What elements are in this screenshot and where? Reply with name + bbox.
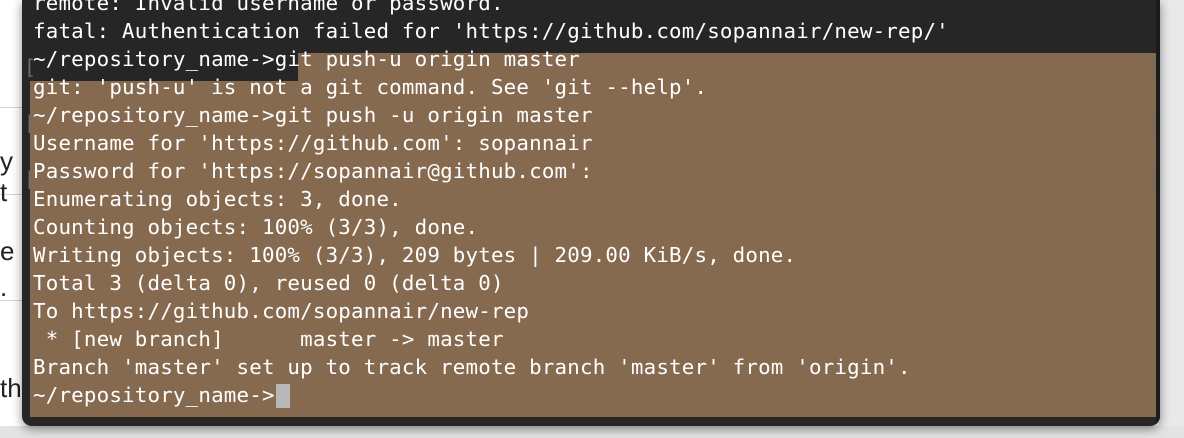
terminal-line: Username for 'https://github.com': sopan…	[33, 131, 593, 155]
background-text-fragment: th	[0, 373, 22, 403]
terminal-prompt-line[interactable]: ~/repository_name->	[33, 381, 949, 409]
terminal-line: fatal: Authentication failed for 'https:…	[33, 19, 949, 43]
terminal-line: Total 3 (delta 0), reused 0 (delta 0)	[33, 271, 504, 295]
background-text-fragment: .	[0, 272, 8, 302]
background-right-margin	[1158, 0, 1184, 438]
terminal-scroll-edge[interactable]	[1156, 0, 1160, 426]
terminal-lines: remote: Invalid username or password. fa…	[33, 0, 949, 409]
terminal-line: ~/repository_name->git push -u origin ma…	[33, 103, 593, 127]
terminal-line: Password for 'https://sopannair@github.c…	[33, 159, 593, 183]
background-text-fragment: y t	[0, 146, 13, 207]
terminal-line: To https://github.com/sopannair/new-rep	[33, 299, 530, 323]
shell-prompt: ~/repository_name->	[33, 383, 275, 407]
terminal-window[interactable]: [ [ [ ] ] ] remote: Invalid username or …	[22, 0, 1160, 426]
terminal-line: remote: Invalid username or password.	[33, 0, 504, 15]
text-cursor	[275, 384, 290, 408]
terminal-line: Branch 'master' set up to track remote b…	[33, 355, 911, 379]
terminal-line: * [new branch] master -> master	[33, 327, 504, 351]
terminal-line: Counting objects: 100% (3/3), done.	[33, 215, 479, 239]
terminal-line: Enumerating objects: 3, done.	[33, 187, 402, 211]
terminal-output[interactable]: [ [ [ ] ] ] remote: Invalid username or …	[22, 0, 1160, 426]
background-text-fragment: e	[0, 236, 15, 266]
terminal-line: git: 'push-u' is not a git command. See …	[33, 75, 708, 99]
terminal-line: Writing objects: 100% (3/3), 209 bytes |…	[33, 243, 797, 267]
background-divider	[0, 107, 22, 108]
background-bottom-bar	[0, 426, 1184, 438]
terminal-line: ~/repository_name->git push-u origin mas…	[33, 47, 580, 71]
